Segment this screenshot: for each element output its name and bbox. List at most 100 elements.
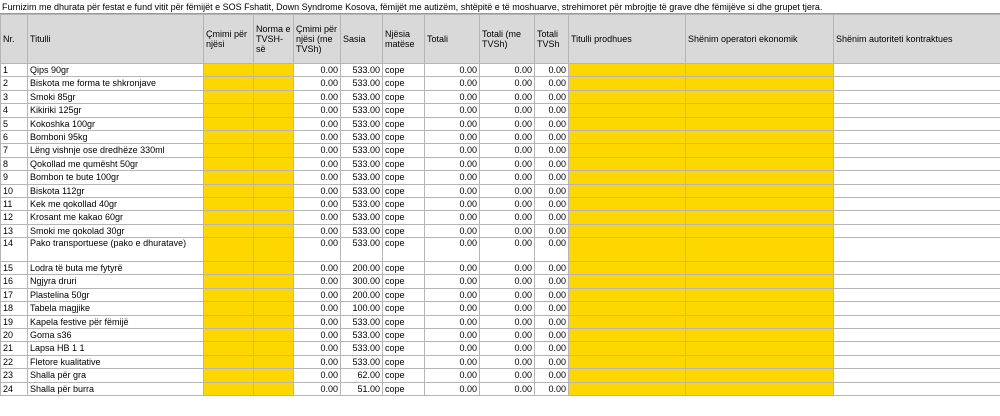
col-header-totali[interactable]: Totali: [424, 14, 480, 64]
cell-norma-input[interactable]: [253, 156, 294, 172]
cell-cmimi-input[interactable]: [203, 287, 254, 303]
cell-sasia[interactable]: 533.00: [340, 143, 383, 158]
cell-norma-input[interactable]: [253, 328, 294, 343]
cell-titulli[interactable]: Lëng vishnje ose dredhëze 330ml: [27, 143, 204, 158]
cell-autoritet[interactable]: [833, 274, 1000, 289]
cell-cmimi-input[interactable]: [203, 210, 254, 225]
col-header-prodhues[interactable]: Titulli prodhues: [568, 14, 686, 64]
cell-totali[interactable]: 0.00: [424, 129, 480, 145]
cell-autoritet[interactable]: [833, 210, 1000, 225]
cell-prodhues-input[interactable]: [568, 341, 686, 356]
cell-norma-input[interactable]: [253, 116, 294, 131]
cell-totali[interactable]: 0.00: [424, 287, 480, 303]
cell-prodhues-input[interactable]: [568, 103, 686, 118]
cell-cmimi-me[interactable]: 0.00: [293, 314, 341, 330]
cell-nr[interactable]: 18: [0, 301, 28, 316]
cell-operator-input[interactable]: [685, 381, 834, 396]
cell-norma-input[interactable]: [253, 89, 294, 105]
cell-norma-input[interactable]: [253, 196, 294, 212]
cell-njesia[interactable]: cope: [382, 103, 425, 118]
cell-prodhues-input[interactable]: [568, 287, 686, 303]
cell-totali-tvsh[interactable]: 0.00: [534, 196, 569, 212]
cell-sasia[interactable]: 533.00: [340, 129, 383, 145]
cell-autoritet[interactable]: [833, 301, 1000, 316]
cell-nr[interactable]: 2: [0, 76, 28, 91]
cell-njesia[interactable]: cope: [382, 301, 425, 316]
cell-totali-me[interactable]: 0.00: [479, 274, 535, 289]
cell-cmimi-input[interactable]: [203, 381, 254, 396]
cell-cmimi-me[interactable]: 0.00: [293, 183, 341, 198]
cell-totali-me[interactable]: 0.00: [479, 103, 535, 118]
cell-totali[interactable]: 0.00: [424, 301, 480, 316]
cell-njesia[interactable]: cope: [382, 381, 425, 396]
cell-titulli[interactable]: Krosant me kakao 60gr: [27, 210, 204, 225]
cell-prodhues-input[interactable]: [568, 328, 686, 343]
cell-totali[interactable]: 0.00: [424, 103, 480, 118]
cell-titulli[interactable]: Pako transportuese (pako e dhuratave): [27, 237, 204, 263]
cell-cmimi-me[interactable]: 0.00: [293, 210, 341, 225]
cell-operator-input[interactable]: [685, 103, 834, 118]
cell-sasia[interactable]: 533.00: [340, 196, 383, 212]
cell-autoritet[interactable]: [833, 341, 1000, 356]
cell-totali[interactable]: 0.00: [424, 237, 480, 263]
cell-autoritet[interactable]: [833, 287, 1000, 303]
cell-totali[interactable]: 0.00: [424, 381, 480, 396]
cell-totali-me[interactable]: 0.00: [479, 156, 535, 172]
cell-norma-input[interactable]: [253, 210, 294, 225]
cell-njesia[interactable]: cope: [382, 223, 425, 239]
cell-totali-tvsh[interactable]: 0.00: [534, 274, 569, 289]
cell-njesia[interactable]: cope: [382, 89, 425, 105]
cell-operator-input[interactable]: [685, 62, 834, 78]
cell-cmimi-input[interactable]: [203, 354, 254, 370]
cell-prodhues-input[interactable]: [568, 381, 686, 396]
cell-nr[interactable]: 15: [0, 261, 28, 276]
cell-titulli[interactable]: Biskota me forma te shkronjave: [27, 76, 204, 91]
cell-operator-input[interactable]: [685, 183, 834, 198]
cell-totali-me[interactable]: 0.00: [479, 62, 535, 78]
cell-njesia[interactable]: cope: [382, 274, 425, 289]
cell-cmimi-me[interactable]: 0.00: [293, 261, 341, 276]
cell-totali-me[interactable]: 0.00: [479, 170, 535, 185]
cell-totali-tvsh[interactable]: 0.00: [534, 328, 569, 343]
cell-nr[interactable]: 20: [0, 328, 28, 343]
cell-totali-me[interactable]: 0.00: [479, 183, 535, 198]
cell-cmimi-me[interactable]: 0.00: [293, 143, 341, 158]
cell-nr[interactable]: 10: [0, 183, 28, 198]
cell-totali[interactable]: 0.00: [424, 183, 480, 198]
cell-titulli[interactable]: Goma s36: [27, 328, 204, 343]
cell-autoritet[interactable]: [833, 368, 1000, 383]
cell-cmimi-me[interactable]: 0.00: [293, 223, 341, 239]
cell-totali[interactable]: 0.00: [424, 274, 480, 289]
cell-prodhues-input[interactable]: [568, 129, 686, 145]
cell-totali[interactable]: 0.00: [424, 261, 480, 276]
cell-totali[interactable]: 0.00: [424, 62, 480, 78]
cell-njesia[interactable]: cope: [382, 196, 425, 212]
cell-operator-input[interactable]: [685, 89, 834, 105]
cell-cmimi-me[interactable]: 0.00: [293, 196, 341, 212]
cell-nr[interactable]: 22: [0, 354, 28, 370]
cell-titulli[interactable]: Kek me qokollad 40gr: [27, 196, 204, 212]
cell-sasia[interactable]: 533.00: [340, 183, 383, 198]
cell-njesia[interactable]: cope: [382, 341, 425, 356]
cell-prodhues-input[interactable]: [568, 261, 686, 276]
cell-cmimi-me[interactable]: 0.00: [293, 287, 341, 303]
cell-njesia[interactable]: cope: [382, 156, 425, 172]
cell-njesia[interactable]: cope: [382, 354, 425, 370]
cell-totali-me[interactable]: 0.00: [479, 368, 535, 383]
cell-sasia[interactable]: 300.00: [340, 274, 383, 289]
cell-cmimi-input[interactable]: [203, 237, 254, 263]
col-header-norma[interactable]: Norma e TVSH-së: [253, 14, 294, 64]
cell-operator-input[interactable]: [685, 274, 834, 289]
cell-prodhues-input[interactable]: [568, 143, 686, 158]
cell-cmimi-me[interactable]: 0.00: [293, 170, 341, 185]
cell-nr[interactable]: 11: [0, 196, 28, 212]
cell-totali[interactable]: 0.00: [424, 143, 480, 158]
cell-totali-tvsh[interactable]: 0.00: [534, 287, 569, 303]
cell-totali[interactable]: 0.00: [424, 368, 480, 383]
cell-norma-input[interactable]: [253, 129, 294, 145]
cell-cmimi-input[interactable]: [203, 76, 254, 91]
cell-titulli[interactable]: Smoki 85gr: [27, 89, 204, 105]
cell-autoritet[interactable]: [833, 143, 1000, 158]
cell-operator-input[interactable]: [685, 196, 834, 212]
cell-njesia[interactable]: cope: [382, 143, 425, 158]
